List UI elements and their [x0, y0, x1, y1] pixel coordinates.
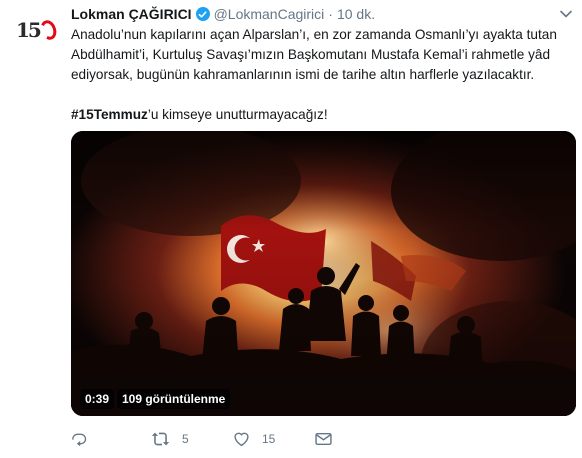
tweet-text-rest: ’u kimseye unutturmayacağız!	[147, 107, 328, 122]
hashtag-link[interactable]: #15Temmuz	[71, 107, 148, 122]
tweet-actions: 5 15	[71, 430, 332, 448]
reply-button[interactable]	[71, 430, 151, 448]
avatar-number: 15	[16, 18, 42, 42]
like-button[interactable]: 15	[233, 430, 315, 448]
retweet-icon	[151, 431, 170, 447]
envelope-icon	[315, 432, 332, 446]
avatar[interactable]: 15	[16, 10, 59, 50]
like-count: 15	[262, 432, 276, 446]
crescent-icon	[37, 18, 59, 42]
reply-icon	[71, 431, 88, 447]
retweet-count: 5	[182, 432, 189, 446]
verified-badge-icon	[195, 7, 210, 21]
chevron-down-icon[interactable]	[558, 8, 574, 20]
tweet-timestamp[interactable]: 10 dk.	[337, 5, 375, 23]
retweet-button[interactable]: 5	[151, 430, 233, 448]
tweet-paragraph: Anadolu’nun kapılarını açan Alparslan’ı,…	[71, 27, 557, 82]
heart-icon	[233, 431, 250, 447]
tweet-header: Lokman ÇAĞIRICI @LokmanCagirici · 10 dk.	[71, 5, 375, 23]
separator-dot: ·	[328, 6, 333, 22]
video-view-count: 109 görüntülenme	[117, 389, 231, 409]
tweet-text: Anadolu’nun kapılarını açan Alparslan’ı,…	[71, 25, 576, 125]
author-name[interactable]: Lokman ÇAĞIRICI	[71, 5, 192, 23]
tweet-paragraph-hashtag: #15Temmuz’u kimseye unutturmayacağız!	[71, 105, 576, 125]
video-thumbnail	[71, 131, 576, 416]
video-duration: 0:39	[80, 389, 115, 409]
video-player[interactable]: 0:39 109 görüntülenme	[71, 131, 576, 416]
author-handle[interactable]: @LokmanCagirici	[214, 5, 325, 23]
direct-message-button[interactable]	[315, 430, 332, 448]
